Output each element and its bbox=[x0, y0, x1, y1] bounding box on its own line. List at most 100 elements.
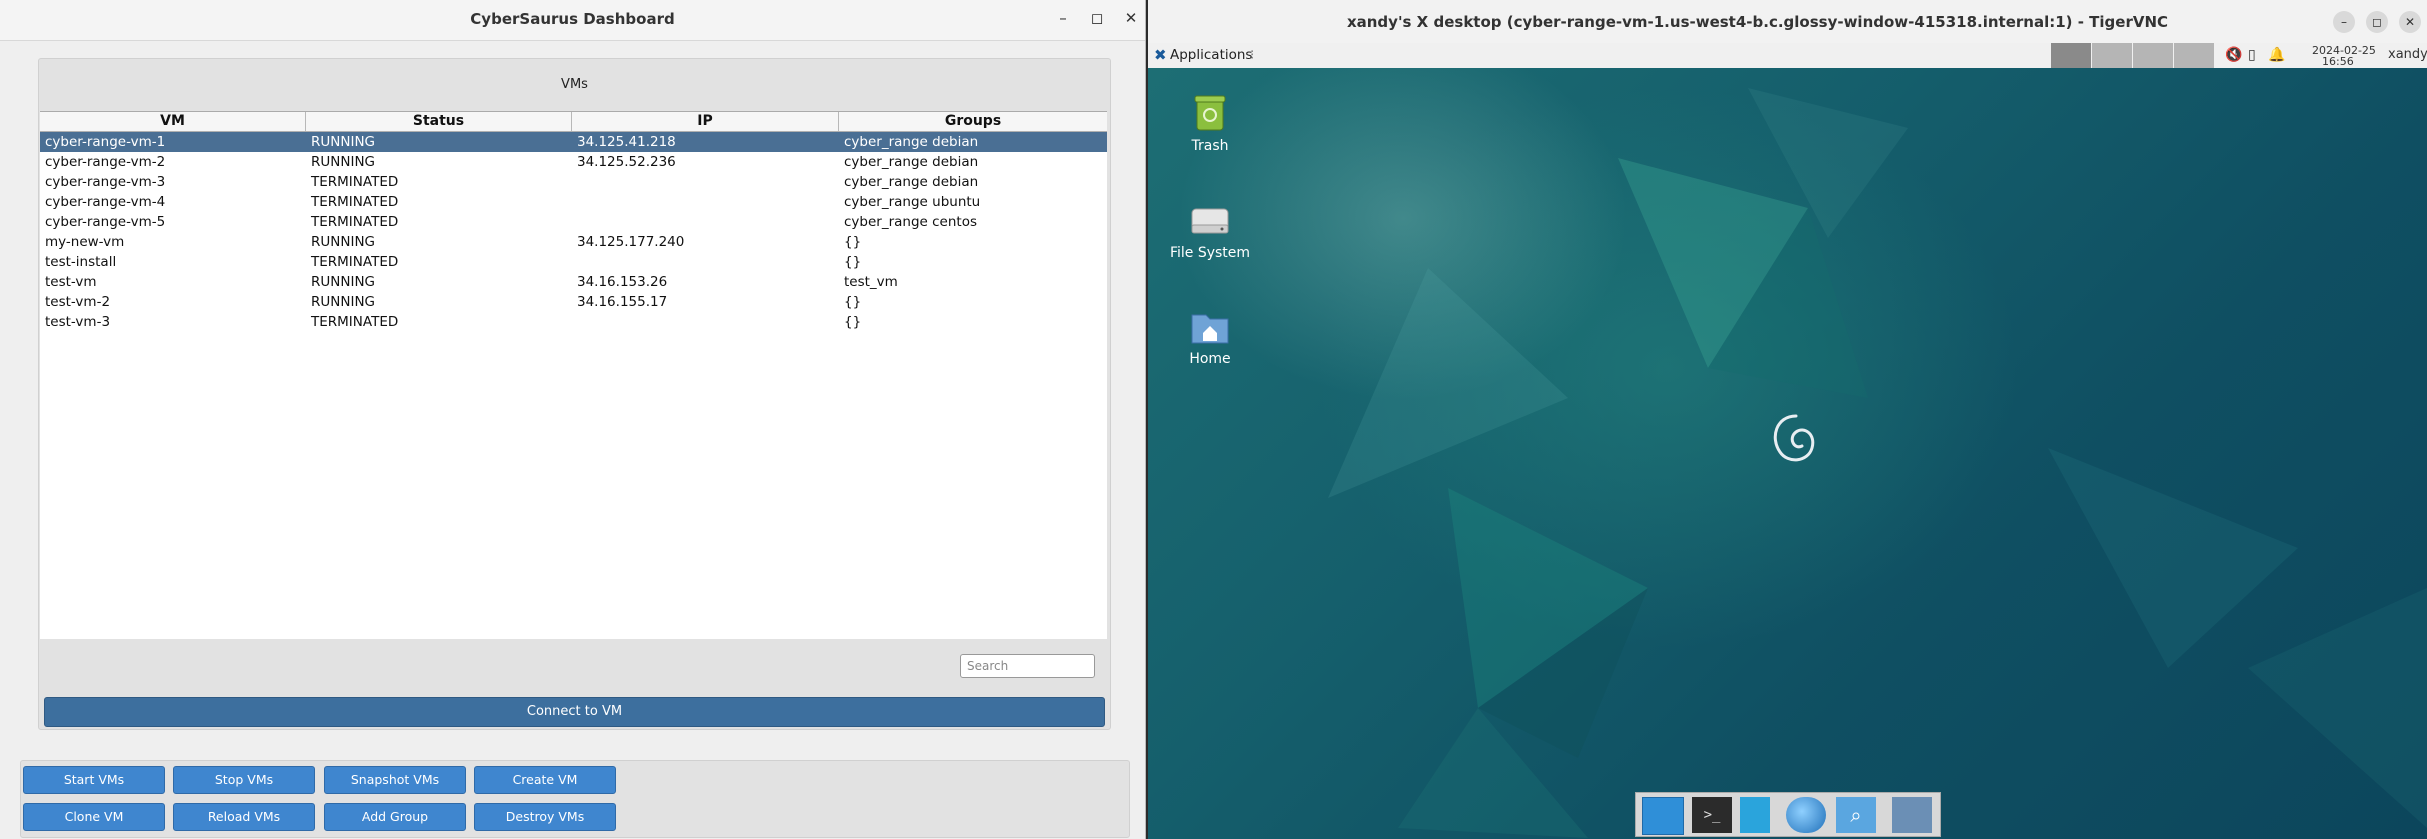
column-header-groups[interactable]: Groups bbox=[839, 112, 1107, 131]
cell-vm: cyber-range-vm-5 bbox=[45, 214, 166, 230]
table-header: VM Status IP Groups bbox=[40, 112, 1107, 132]
cell-ip bbox=[572, 192, 839, 212]
cell-groups: cyber_range debian bbox=[844, 134, 979, 150]
add-group-button[interactable]: Add Group bbox=[324, 803, 466, 831]
vm-table: VM Status IP Groups cyber-range-vm-1 RUNN… bbox=[40, 111, 1107, 639]
table-body: cyber-range-vm-1 RUNNING 34.125.41.218 cybe… bbox=[40, 132, 1107, 332]
table-row[interactable]: my-new-vm RUNNING 34.125.177.240 {} bbox=[40, 232, 1107, 252]
vnc-titlebar: xandy's X desktop (cyber-range-vm-1.us-w… bbox=[1148, 0, 2427, 44]
cell-vm: test-vm bbox=[45, 274, 97, 290]
cell-vm: cyber-range-vm-4 bbox=[45, 194, 166, 210]
cell-ip: 34.16.155.17 bbox=[577, 294, 668, 310]
file-manager-icon[interactable] bbox=[1740, 797, 1770, 833]
vnc-minimize-button[interactable]: – bbox=[2333, 11, 2355, 33]
table-row[interactable]: cyber-range-vm-4 TERMINATED cyber_range ub… bbox=[40, 192, 1107, 212]
applications-menu[interactable]: Applications bbox=[1170, 47, 1252, 63]
connect-to-vm-button[interactable]: Connect to VM bbox=[44, 697, 1105, 727]
cell-groups: cyber_range centos bbox=[844, 214, 978, 230]
titlebar: CyberSaurus Dashboard – ◻ ✕ bbox=[0, 0, 1145, 41]
cell-groups: cyber_range debian bbox=[844, 154, 979, 170]
cell-status: RUNNING bbox=[311, 274, 375, 290]
cell-vm: test-vm-2 bbox=[45, 294, 111, 310]
vms-panel: VMs VM Status IP Groups cyber-range-vm-1… bbox=[38, 58, 1111, 730]
cell-ip bbox=[572, 312, 839, 332]
debian-logo-icon bbox=[1773, 414, 1815, 462]
workspace-2[interactable] bbox=[2092, 43, 2132, 68]
cell-groups: cyber_range ubuntu bbox=[844, 194, 981, 210]
home-folder-icon bbox=[1191, 314, 1229, 344]
stop-vms-button[interactable]: Stop VMs bbox=[173, 766, 315, 794]
desktop-icon-trash[interactable]: Trash bbox=[1165, 92, 1255, 154]
web-browser-icon[interactable] bbox=[1786, 797, 1826, 833]
cell-groups: test_vm bbox=[844, 274, 898, 290]
cell-vm: my-new-vm bbox=[45, 234, 125, 250]
xfce-logo-icon: ✖ bbox=[1154, 46, 1167, 64]
cell-status: TERMINATED bbox=[311, 214, 399, 230]
table-row[interactable]: test-install TERMINATED {} bbox=[40, 252, 1107, 272]
desktop-background: Trash File System Home >_ ⌕ bbox=[1148, 68, 2427, 839]
cell-status: TERMINATED bbox=[311, 254, 399, 270]
desktop-icon-file-system[interactable]: File System bbox=[1165, 199, 1255, 261]
table-row[interactable]: test-vm-2 RUNNING 34.16.155.17 {} bbox=[40, 292, 1107, 312]
column-header-status[interactable]: Status bbox=[306, 112, 572, 131]
workspace-3[interactable] bbox=[2133, 43, 2173, 68]
app-finder-search-icon[interactable]: ⌕ bbox=[1836, 797, 1876, 833]
cell-ip: 34.125.41.218 bbox=[577, 134, 676, 150]
trash-icon bbox=[1194, 95, 1226, 131]
cell-ip bbox=[572, 212, 839, 232]
create-vm-button[interactable]: Create VM bbox=[474, 766, 616, 794]
cell-groups: cyber_range debian bbox=[844, 174, 979, 190]
cell-status: RUNNING bbox=[311, 134, 375, 150]
cell-status: RUNNING bbox=[311, 294, 375, 310]
close-button[interactable]: ✕ bbox=[1120, 9, 1142, 27]
cell-groups: {} bbox=[844, 294, 862, 310]
cell-status: RUNNING bbox=[311, 234, 375, 250]
desktop-icon-home[interactable]: Home bbox=[1165, 305, 1255, 367]
notification-bell-icon[interactable]: 🔔 bbox=[2268, 47, 2285, 63]
folder-icon[interactable] bbox=[1892, 797, 1932, 833]
window-title: CyberSaurus Dashboard bbox=[470, 10, 675, 28]
battery-icon[interactable]: ▯ bbox=[2248, 47, 2256, 63]
workspace-1[interactable] bbox=[2051, 43, 2091, 68]
column-header-vm[interactable]: VM bbox=[40, 112, 306, 131]
minimize-button[interactable]: – bbox=[1052, 9, 1074, 27]
drive-icon bbox=[1191, 208, 1229, 234]
mute-icon[interactable]: 🔇 bbox=[2225, 47, 2242, 63]
vms-panel-title: VMs bbox=[561, 77, 588, 92]
show-desktop-icon[interactable] bbox=[1642, 797, 1684, 835]
column-header-ip[interactable]: IP bbox=[572, 112, 839, 131]
vnc-window-title: xandy's X desktop (cyber-range-vm-1.us-w… bbox=[1346, 13, 2169, 31]
cell-ip: 34.16.153.26 bbox=[577, 274, 668, 290]
vnc-close-button[interactable]: ✕ bbox=[2399, 11, 2421, 33]
destroy-vms-button[interactable]: Destroy VMs bbox=[474, 803, 616, 831]
reload-vms-button[interactable]: Reload VMs bbox=[173, 803, 315, 831]
start-vms-button[interactable]: Start VMs bbox=[23, 766, 165, 794]
cell-vm: cyber-range-vm-1 bbox=[45, 134, 166, 150]
workspace-4[interactable] bbox=[2174, 43, 2214, 68]
maximize-button[interactable]: ◻ bbox=[1086, 9, 1108, 27]
clone-vm-button[interactable]: Clone VM bbox=[23, 803, 165, 831]
cell-ip: 34.125.177.240 bbox=[577, 234, 685, 250]
table-row[interactable]: cyber-range-vm-3 TERMINATED cyber_range de… bbox=[40, 172, 1107, 192]
terminal-icon[interactable]: >_ bbox=[1692, 797, 1732, 833]
cell-vm: test-install bbox=[45, 254, 117, 270]
table-row[interactable]: cyber-range-vm-1 RUNNING 34.125.41.218 cybe… bbox=[40, 132, 1107, 152]
table-row[interactable]: cyber-range-vm-2 RUNNING 34.125.52.236 cybe… bbox=[40, 152, 1107, 172]
cell-ip: 34.125.52.236 bbox=[577, 154, 676, 170]
search-input[interactable] bbox=[960, 654, 1095, 678]
table-row[interactable]: test-vm-3 TERMINATED {} bbox=[40, 312, 1107, 332]
cell-vm: test-vm-3 bbox=[45, 314, 111, 330]
table-row[interactable]: test-vm RUNNING 34.16.153.26 test_vm bbox=[40, 272, 1107, 292]
cell-groups: {} bbox=[844, 254, 862, 270]
user-menu[interactable]: xandy bbox=[2388, 47, 2427, 62]
cell-status: TERMINATED bbox=[311, 174, 399, 190]
cell-vm: cyber-range-vm-2 bbox=[45, 154, 166, 170]
trash-label: Trash bbox=[1191, 138, 1229, 154]
home-label: Home bbox=[1189, 351, 1231, 367]
panel-time[interactable]: 16:56 bbox=[2322, 55, 2354, 68]
cell-groups: {} bbox=[844, 314, 862, 330]
vnc-maximize-button[interactable]: ◻ bbox=[2366, 11, 2388, 33]
table-row[interactable]: cyber-range-vm-5 TERMINATED cyber_range ce… bbox=[40, 212, 1107, 232]
panel-handle-icon: ⁝ bbox=[1250, 47, 1255, 63]
snapshot-vms-button[interactable]: Snapshot VMs bbox=[324, 766, 466, 794]
